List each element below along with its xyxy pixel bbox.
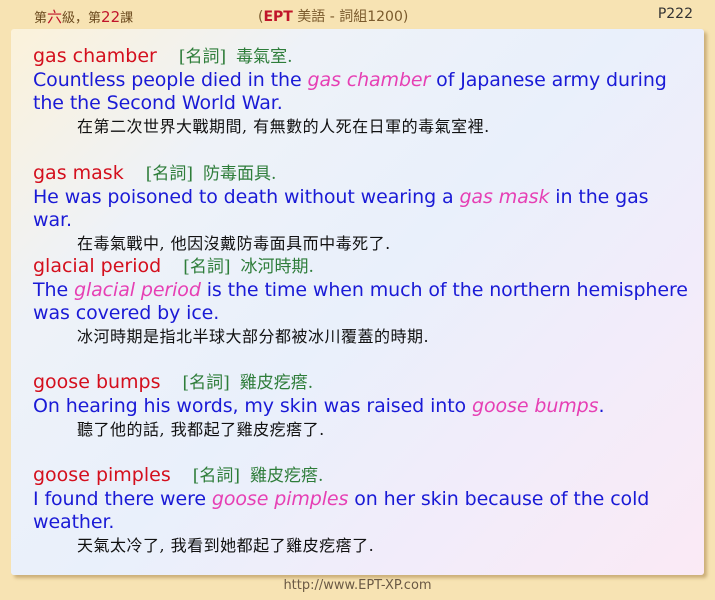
- lesson-number: 22: [101, 8, 121, 26]
- example-sentence: I found there were goose pimples on her …: [33, 488, 693, 534]
- lesson-suffix: 課: [120, 11, 134, 26]
- term-line: goose bumps [名詞] 雞皮疙瘩.: [33, 371, 693, 395]
- term: goose bumps: [33, 371, 161, 393]
- part-of-speech: [名詞]: [192, 466, 240, 486]
- sentence-highlight: glacial period: [73, 279, 201, 301]
- term-line: gas mask [名詞] 防毒面具.: [33, 162, 693, 186]
- sentence-highlight: goose bumps: [472, 395, 599, 417]
- sentence-part: Countless people died in the: [33, 69, 308, 91]
- footer-url: http://www.EPT-XP.com: [283, 578, 432, 593]
- level-number: 六: [47, 8, 63, 26]
- sentence-highlight: gas chamber: [307, 69, 431, 91]
- meaning: 毒氣室.: [236, 47, 293, 67]
- meaning: 雞皮疙瘩.: [249, 466, 324, 486]
- term: gas mask: [33, 162, 124, 184]
- entry-goose-pimples: goose pimples [名詞] 雞皮疙瘩. I found there wer…: [33, 464, 693, 558]
- meaning: 防毒面具.: [202, 164, 277, 184]
- example-sentence: Countless people died in the gas chamber…: [33, 69, 693, 115]
- term-line: glacial period [名詞] 冰河時期.: [33, 255, 693, 279]
- translation: 在第二次世界大戰期間, 有無數的人死在日軍的毒氣室裡.: [77, 117, 490, 136]
- example-sentence: On hearing his words, my skin was raised…: [33, 395, 693, 418]
- sentence-part: I found there were: [33, 488, 212, 510]
- term: goose pimples: [33, 464, 171, 486]
- sentence-part: The: [33, 279, 74, 301]
- entry-gas-chamber: gas chamber [名詞] 毒氣室. Countless people die…: [33, 45, 693, 139]
- entry-goose-bumps: goose bumps [名詞] 雞皮疙瘩. On hearing his word…: [33, 371, 693, 442]
- translation: 冰河時期是指北半球大部分都被冰川覆蓋的時期.: [77, 327, 430, 346]
- content-panel: gas chamber [名詞] 毒氣室. Countless people die…: [11, 29, 704, 575]
- lesson-mid: 級，第: [62, 11, 102, 26]
- lesson-prefix: 第: [34, 11, 48, 26]
- part-of-speech: [名詞]: [145, 164, 193, 184]
- part-of-speech: [名詞]: [183, 257, 231, 277]
- example-sentence: He was poisoned to death without wearing…: [33, 186, 693, 232]
- sentence-part: On hearing his words, my skin was raised…: [33, 395, 473, 417]
- example-sentence: The glacial period is the time when much…: [33, 279, 693, 325]
- translation: 聽了他的話, 我都起了雞皮疙瘩了.: [77, 420, 325, 439]
- entry-glacial-period: glacial period [名詞] 冰河時期. The glacial peri…: [33, 255, 693, 349]
- part-of-speech: [名詞]: [178, 47, 227, 67]
- term: gas chamber: [33, 45, 157, 67]
- sentence-highlight: gas mask: [459, 186, 550, 208]
- term-line: gas chamber [名詞] 毒氣室.: [33, 45, 693, 69]
- page-header: 第六級，第22課 (EPT 美語 - 詞組1200) P222: [0, 0, 715, 28]
- course-brand: EPT: [263, 9, 293, 25]
- translation: 天氣太冷了, 我看到她都起了雞皮疙瘩了.: [77, 536, 375, 555]
- sentence-part: .: [598, 395, 605, 417]
- page-number: P222: [657, 6, 693, 22]
- entry-gas-mask: gas mask [名詞] 防毒面具. He was poisoned to dea…: [33, 162, 693, 256]
- sentence-part: He was poisoned to death without wearing…: [33, 186, 460, 208]
- course-title-text: 美語 - 詞組1200): [292, 9, 409, 25]
- part-of-speech: [名詞]: [182, 373, 230, 393]
- meaning: 冰河時期.: [240, 257, 314, 277]
- term: glacial period: [33, 255, 162, 277]
- translation: 在毒氣戰中, 他因沒戴防毒面具而中毒死了.: [77, 234, 391, 253]
- meaning: 雞皮疙瘩.: [239, 373, 314, 393]
- term-line: goose pimples [名詞] 雞皮疙瘩.: [33, 464, 693, 488]
- lesson-label: 第六級，第22課: [34, 6, 133, 27]
- course-title: (EPT 美語 - 詞組1200): [258, 6, 408, 26]
- sentence-highlight: goose pimples: [211, 488, 349, 510]
